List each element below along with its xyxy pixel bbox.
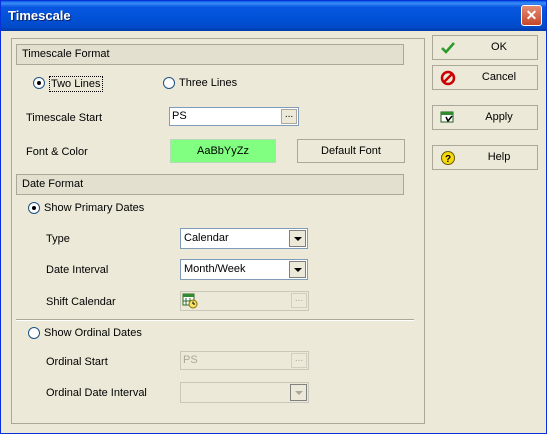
- section-divider: [16, 319, 414, 321]
- calendar-icon: [182, 293, 198, 309]
- font-color-label: Font & Color: [26, 146, 88, 158]
- timescale-format-header: Timescale Format: [16, 44, 404, 65]
- shift-calendar-browse-button[interactable]: ...: [291, 293, 307, 308]
- svg-text:?: ?: [445, 154, 451, 165]
- default-font-button[interactable]: Default Font: [297, 139, 405, 163]
- ordinal-start-field[interactable]: PS ...: [180, 351, 309, 370]
- close-button[interactable]: ✕: [521, 5, 542, 26]
- window-title: Timescale: [8, 8, 71, 23]
- show-ordinal-dates-label[interactable]: Show Ordinal Dates: [44, 326, 142, 340]
- apply-button[interactable]: Apply: [432, 105, 538, 130]
- date-interval-dropdown-arrow-icon[interactable]: [289, 261, 306, 278]
- ordinal-start-value: PS: [183, 354, 198, 366]
- timescale-start-field[interactable]: PS ...: [169, 107, 299, 126]
- show-primary-dates-label[interactable]: Show Primary Dates: [44, 201, 144, 215]
- ordinal-date-interval-select[interactable]: [180, 382, 309, 403]
- checkmark-icon: [440, 40, 456, 56]
- no-entry-icon: [440, 70, 456, 86]
- timescale-start-label: Timescale Start: [26, 112, 103, 124]
- apply-label: Apply: [485, 111, 513, 123]
- help-label: Help: [487, 151, 511, 163]
- timescale-dialog: Timescale ✕ Timescale Format Two Lines T…: [0, 0, 547, 434]
- date-format-header: Date Format: [16, 174, 404, 195]
- type-label: Type: [46, 233, 70, 245]
- timescale-start-browse-button[interactable]: ...: [281, 109, 297, 124]
- timescale-start-value: PS: [172, 110, 187, 122]
- type-select[interactable]: Calendar: [180, 228, 308, 249]
- date-interval-select[interactable]: Month/Week: [180, 259, 308, 280]
- show-ordinal-dates-radio[interactable]: [28, 327, 40, 339]
- ok-button[interactable]: OK: [432, 35, 538, 60]
- show-primary-dates-radio[interactable]: [28, 202, 40, 214]
- help-button[interactable]: ? Help: [432, 145, 538, 170]
- dialog-client-area: Timescale Format Two Lines Three Lines T…: [4, 31, 543, 432]
- two-lines-radio[interactable]: [33, 77, 45, 89]
- type-dropdown-arrow-icon[interactable]: [289, 230, 306, 247]
- ordinal-start-browse-button[interactable]: ...: [291, 353, 307, 368]
- date-interval-label: Date Interval: [46, 264, 109, 276]
- title-bar[interactable]: Timescale ✕: [1, 1, 546, 31]
- ordinal-start-label: Ordinal Start: [46, 356, 108, 368]
- ordinal-date-interval-label: Ordinal Date Interval: [46, 387, 147, 399]
- shift-calendar-field[interactable]: ...: [180, 291, 309, 311]
- cancel-label: Cancel: [481, 71, 517, 83]
- shift-calendar-label: Shift Calendar: [46, 296, 116, 308]
- help-icon: ?: [440, 150, 456, 166]
- ordinal-interval-dropdown-arrow-icon[interactable]: [290, 384, 307, 401]
- font-sample-button[interactable]: AaBbYyZz: [170, 139, 276, 163]
- ok-label: OK: [491, 41, 507, 53]
- three-lines-radio[interactable]: [163, 77, 175, 89]
- date-interval-value: Month/Week: [184, 263, 246, 275]
- apply-icon: [440, 110, 456, 126]
- settings-panel: Timescale Format Two Lines Three Lines T…: [11, 38, 425, 424]
- two-lines-label[interactable]: Two Lines: [49, 76, 103, 92]
- three-lines-label[interactable]: Three Lines: [179, 76, 237, 90]
- type-value: Calendar: [184, 232, 229, 244]
- cancel-button[interactable]: Cancel: [432, 65, 538, 90]
